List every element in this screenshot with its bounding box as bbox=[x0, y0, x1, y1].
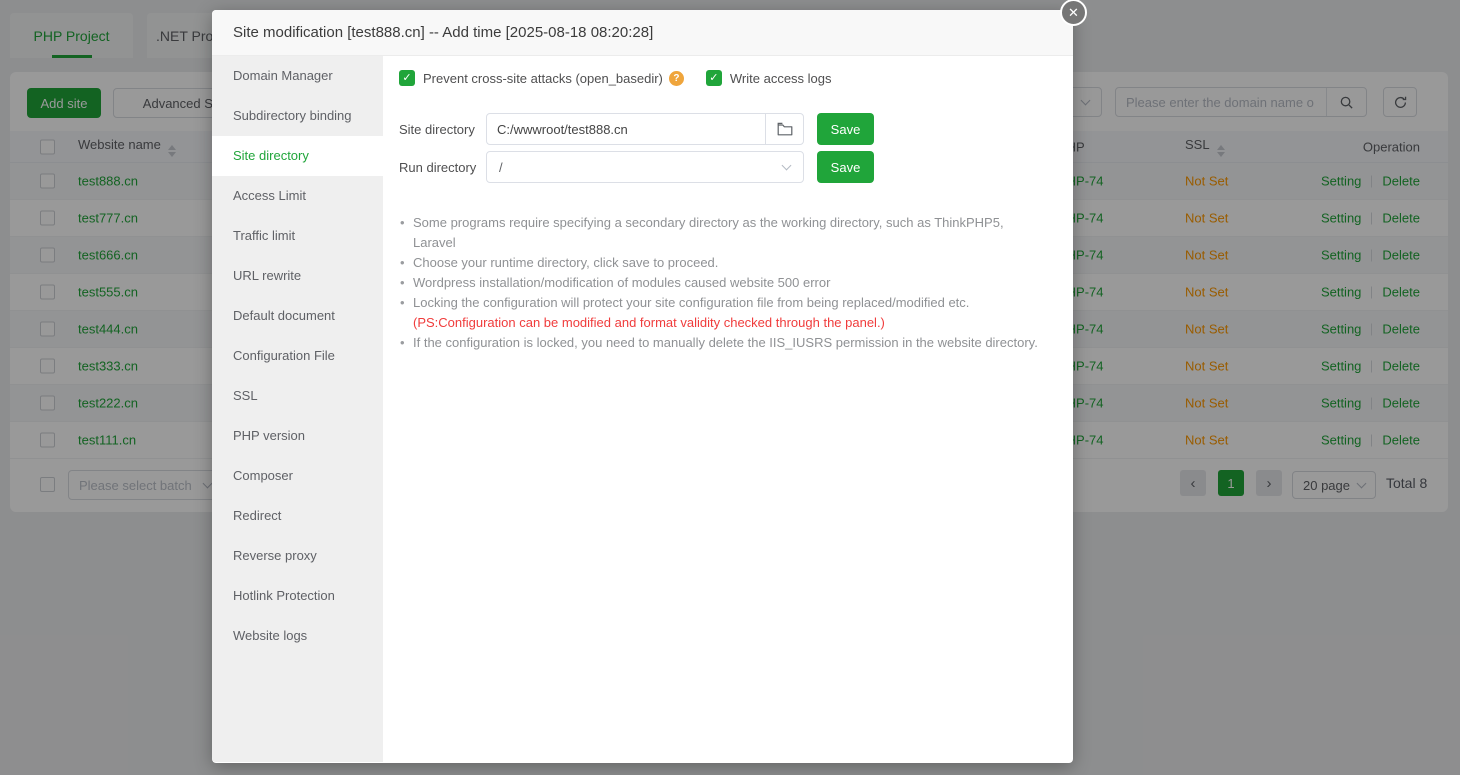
dialog-title: Site modification [test888.cn] -- Add ti… bbox=[212, 10, 1073, 56]
menu-domain-manager[interactable]: Domain Manager bbox=[212, 56, 383, 96]
menu-access-limit[interactable]: Access Limit bbox=[212, 176, 383, 216]
menu-reverse-proxy[interactable]: Reverse proxy bbox=[212, 536, 383, 576]
menu-composer[interactable]: Composer bbox=[212, 456, 383, 496]
notes-list: Some programs require specifying a secon… bbox=[399, 213, 1049, 353]
write-access-logs-label: Write access logs bbox=[730, 71, 832, 86]
folder-icon bbox=[777, 122, 793, 136]
menu-configuration-file[interactable]: Configuration File bbox=[212, 336, 383, 376]
close-icon[interactable]: ✕ bbox=[1060, 0, 1087, 26]
menu-hotlink-protection[interactable]: Hotlink Protection bbox=[212, 576, 383, 616]
screen: PHP Project .NET Project Add site Advanc… bbox=[0, 0, 1460, 775]
note-warning: (PS:Configuration can be modified and fo… bbox=[413, 313, 1049, 333]
write-access-logs-checkbox[interactable]: ✓ bbox=[706, 70, 722, 86]
open-basedir-checkbox[interactable]: ✓ bbox=[399, 70, 415, 86]
note-item: Some programs require specifying a secon… bbox=[399, 213, 1049, 253]
chevron-down-icon bbox=[782, 161, 792, 171]
note-item: Wordpress installation/modification of m… bbox=[399, 273, 1049, 293]
help-icon[interactable]: ? bbox=[669, 71, 684, 86]
site-directory-group bbox=[486, 113, 804, 145]
menu-website-logs[interactable]: Website logs bbox=[212, 616, 383, 656]
menu-site-directory[interactable]: Site directory bbox=[212, 136, 383, 176]
dialog-sidebar: Domain Manager Subdirectory binding Site… bbox=[212, 56, 383, 762]
site-directory-panel: ✓ Prevent cross-site attacks (open_based… bbox=[383, 56, 1073, 762]
save-run-directory-button[interactable]: Save bbox=[817, 151, 874, 183]
note-item: Locking the configuration will protect y… bbox=[399, 293, 1049, 333]
menu-url-rewrite[interactable]: URL rewrite bbox=[212, 256, 383, 296]
menu-traffic-limit[interactable]: Traffic limit bbox=[212, 216, 383, 256]
run-directory-value: / bbox=[487, 160, 783, 175]
note-item: Choose your runtime directory, click sav… bbox=[399, 253, 1049, 273]
menu-subdirectory-binding[interactable]: Subdirectory binding bbox=[212, 96, 383, 136]
site-modification-dialog: ✕ Site modification [test888.cn] -- Add … bbox=[212, 10, 1073, 763]
menu-redirect[interactable]: Redirect bbox=[212, 496, 383, 536]
run-directory-label: Run directory bbox=[399, 160, 486, 175]
run-directory-select[interactable]: / bbox=[486, 151, 804, 183]
menu-ssl[interactable]: SSL bbox=[212, 376, 383, 416]
site-directory-label: Site directory bbox=[399, 122, 486, 137]
save-site-directory-button[interactable]: Save bbox=[817, 113, 874, 145]
menu-default-document[interactable]: Default document bbox=[212, 296, 383, 336]
note-item: If the configuration is locked, you need… bbox=[399, 333, 1049, 353]
open-basedir-label: Prevent cross-site attacks (open_basedir… bbox=[423, 71, 663, 86]
site-directory-input[interactable] bbox=[487, 122, 765, 137]
menu-php-version[interactable]: PHP version bbox=[212, 416, 383, 456]
browse-folder-button[interactable] bbox=[765, 114, 803, 144]
